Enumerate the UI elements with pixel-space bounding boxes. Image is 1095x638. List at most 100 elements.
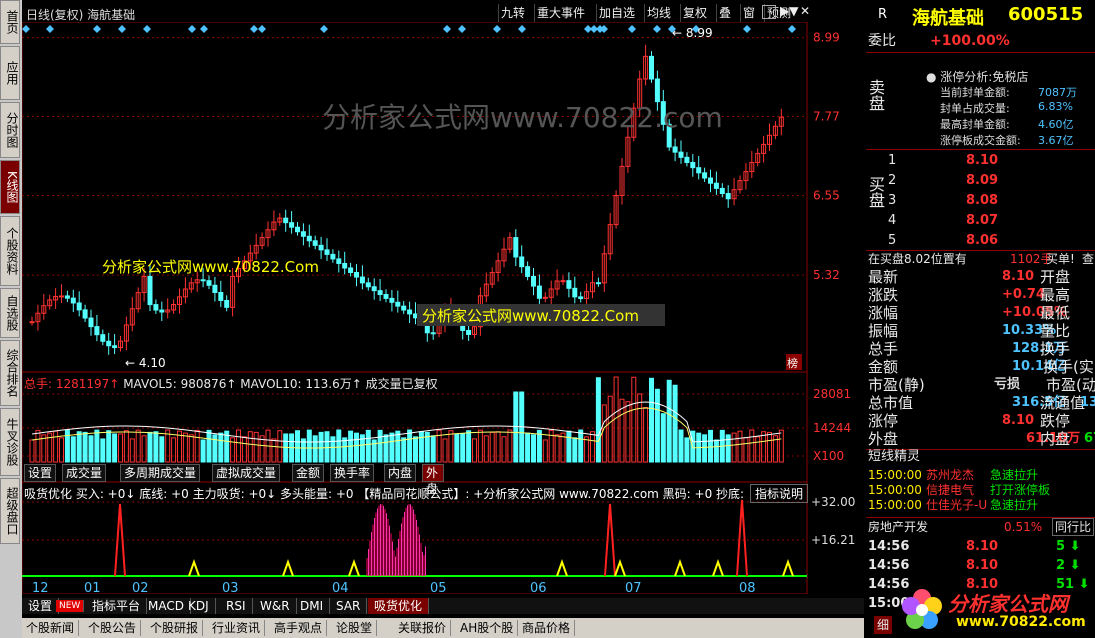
toolbar-button-6[interactable]: 窗 <box>740 4 757 22</box>
vol-tab-5[interactable]: 换手率 <box>330 464 375 482</box>
indicator-tab-0[interactable]: 设置 <box>22 598 60 614</box>
info-tab-1[interactable]: 个股公告 <box>84 620 142 636</box>
vol-tab-7[interactable]: 外盘 <box>422 464 444 496</box>
toolbar-button-3[interactable]: 均线 <box>644 4 673 22</box>
candle-body <box>708 177 713 184</box>
volume-bar <box>336 429 342 463</box>
candle-body <box>389 297 395 303</box>
toolbar-button-1[interactable]: 重大事件 <box>534 4 587 22</box>
quote-label-2: 跌停 <box>1040 412 1071 430</box>
volume-bar <box>247 431 253 463</box>
candle-body <box>300 231 306 237</box>
play-menu-icon[interactable]: ▶▼ <box>780 4 798 18</box>
zt-item-value: 7087万 <box>1038 86 1077 99</box>
toolbar-button-5[interactable]: 叠 <box>716 4 733 22</box>
price-chart[interactable]: 8.99 7.77 6.55 5.32 ← 8.99 ← 4.10 分析家公式网www.70… <box>22 22 864 372</box>
quote-label: 涨幅 <box>868 304 899 322</box>
vol-tab-2[interactable]: 多周期成交量 <box>120 464 201 482</box>
volume-bar <box>660 413 666 463</box>
toolbar-button-0[interactable]: 九转 <box>498 4 527 22</box>
nav-item-6[interactable]: 综合排名 <box>0 340 20 406</box>
toolbar-button-2[interactable]: 加自选 <box>596 4 637 22</box>
volume-bar <box>413 436 418 463</box>
volume-bar <box>147 431 153 463</box>
vol-total-label: 总手: 1281197↑ <box>24 377 120 391</box>
info-tab-3[interactable]: 行业资讯 <box>208 620 266 636</box>
vol-tab-3[interactable]: 虚拟成交量 <box>212 464 281 482</box>
lock-icon[interactable] <box>762 5 776 19</box>
quote-label-2: 市盈(动) <box>1046 376 1095 394</box>
stock-name: 海航基础 <box>912 8 984 29</box>
info-tab-7[interactable]: AH股个股 <box>456 620 519 636</box>
volume-bar <box>601 404 607 463</box>
indicator-help-button[interactable]: 指标说明 <box>750 484 809 503</box>
candle-body <box>312 240 318 246</box>
watermark-text: 分析家公式网www.70822.com <box>322 101 723 134</box>
indicator-tab-2[interactable]: 指标平台 <box>86 598 148 614</box>
volume-bar <box>182 432 188 463</box>
bid-price: 8.08 <box>966 193 999 208</box>
indicator-tab-9[interactable]: 吸货优化 <box>368 598 430 614</box>
nav-item-8[interactable]: 超级盘口 <box>0 478 20 544</box>
vol-tick-label: 28081 <box>813 387 851 401</box>
info-tab-8[interactable]: 商品价格 <box>518 620 576 636</box>
elf-stock: 仕佳光子-U <box>926 498 988 512</box>
indicator-tab-4[interactable]: KDJ <box>182 598 216 614</box>
volume-bar <box>153 431 159 463</box>
indicator-tabs: 设置 NEW 指标平台 MACD KDJ RSI W&R DMI SAR 吸货优化 <box>22 598 864 614</box>
zt-item-value: 4.60亿 <box>1038 118 1074 131</box>
volume-bar <box>365 429 371 463</box>
elf-event: 急速拉升 <box>990 498 1039 512</box>
candle-body <box>200 279 206 282</box>
ind-tick-label: +32.00 <box>811 495 855 509</box>
nav-item-7[interactable]: 牛叉诊股 <box>0 408 20 476</box>
info-tab-0[interactable]: 个股新闻 <box>22 620 80 636</box>
candle-body <box>70 297 76 304</box>
nav-item-5[interactable]: 自选股 <box>0 288 20 338</box>
info-tab-4[interactable]: 高手观点 <box>270 620 328 636</box>
nav-item-3[interactable]: K线图 <box>0 160 20 214</box>
chart-toolbar: 日线(复权) 海航基础 九转 重大事件 加自选 均线 复权叠窗预测 ▶▼ ✕ <box>22 4 810 22</box>
volume-bar <box>448 430 454 463</box>
sector-compare-button[interactable]: 同行比 <box>1052 518 1095 536</box>
position-more-button[interactable]: 查 <box>1082 250 1094 268</box>
vol-tab-4[interactable]: 金额 <box>292 464 325 482</box>
candle-body <box>206 280 212 286</box>
vol-tab-6[interactable]: 内盘 <box>384 464 417 482</box>
nav-item-1[interactable]: 应用 <box>0 46 20 100</box>
event-diamond-icon <box>493 25 501 33</box>
quote-label: 市盈(静) <box>868 376 925 394</box>
volume-bar <box>761 431 767 463</box>
vol-tab-1[interactable]: 成交量 <box>62 464 107 482</box>
zt-item-label: 当前封单金额: <box>940 86 1010 99</box>
toolbar-button-4[interactable]: 复权 <box>680 4 709 22</box>
close-icon[interactable]: ✕ <box>800 4 810 18</box>
event-diamond-icon <box>200 25 208 33</box>
indicator-tab-6[interactable]: W&R <box>254 598 297 614</box>
nav-item-0[interactable]: 首页 <box>0 0 20 44</box>
indicator-tab-7[interactable]: DMI <box>294 598 331 614</box>
nav-item-2[interactable]: 分时图 <box>0 102 20 158</box>
quote-value: 8.10 <box>1002 269 1035 284</box>
price-tick-label: 7.77 <box>813 110 840 124</box>
candle-body <box>218 291 224 301</box>
volume-bar <box>241 436 247 463</box>
info-tab-5[interactable]: 论股堂 <box>332 620 378 636</box>
indicator-tab-5[interactable]: RSI <box>220 598 253 614</box>
detail-button[interactable]: 细 <box>874 616 893 634</box>
info-tab-2[interactable]: 个股研报 <box>146 620 204 636</box>
vol-tab-0[interactable]: 设置 <box>24 464 57 482</box>
volume-bar <box>483 435 489 463</box>
quote-value: +0.74 <box>1002 287 1045 302</box>
candle-body <box>572 287 578 298</box>
volume-bar <box>395 430 401 463</box>
weibi-value: +100.00% <box>930 33 1010 49</box>
info-tab-6[interactable]: 关联报价 <box>394 620 452 636</box>
event-diamond-icon <box>93 25 101 33</box>
nav-item-4[interactable]: 个股资料 <box>0 216 20 286</box>
indicator-tab-1[interactable]: NEW <box>56 600 85 612</box>
volume-legend: 总手: 1281197↑ MAVOL5: 980876↑ MAVOL10: 11… <box>24 375 438 392</box>
price-tick-label: 5.32 <box>813 268 840 282</box>
indicator-tab-8[interactable]: SAR <box>330 598 368 614</box>
candle-body <box>82 309 88 319</box>
